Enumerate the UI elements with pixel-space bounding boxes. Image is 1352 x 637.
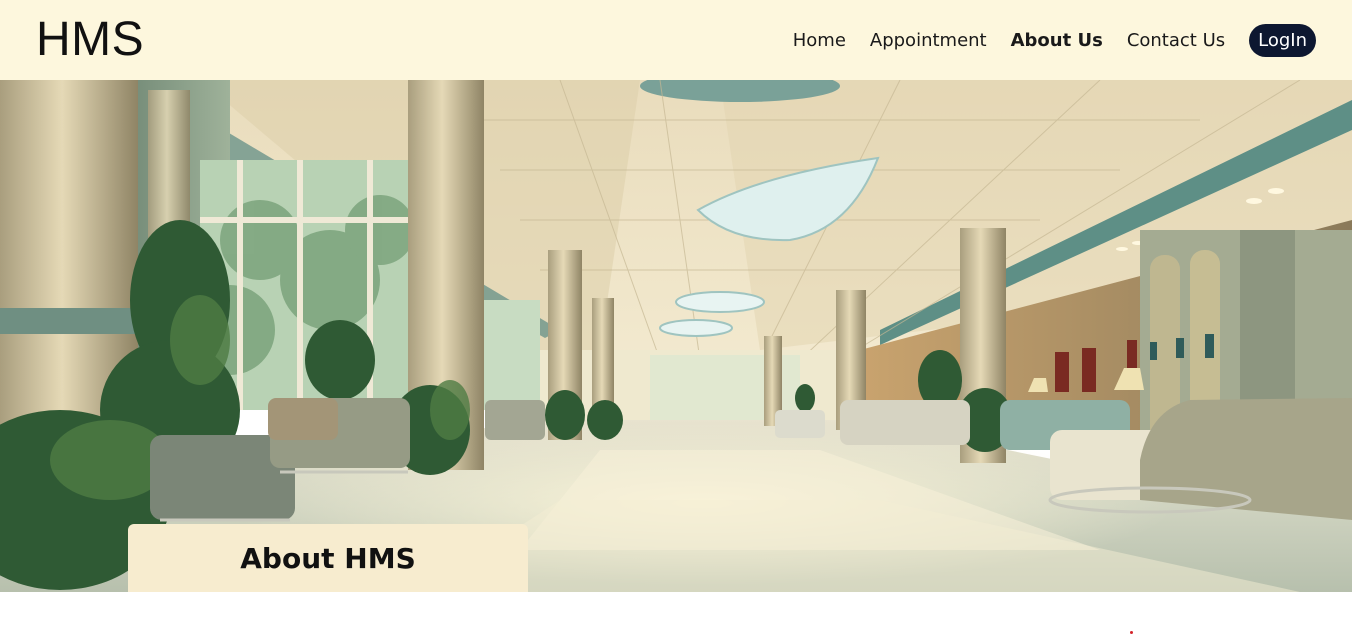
nav-contact-link[interactable]: Contact Us bbox=[1127, 30, 1225, 51]
nav-appointment-link[interactable]: Appointment bbox=[870, 30, 987, 51]
hospital-lobby-image bbox=[0, 80, 1352, 592]
navbar: HMS Home Appointment About Us Contact Us… bbox=[0, 0, 1352, 80]
nav-about-link[interactable]: About Us bbox=[1011, 30, 1103, 51]
nav-menu: Home Appointment About Us Contact Us Log… bbox=[793, 23, 1316, 57]
hero-banner: About HMS bbox=[0, 80, 1352, 592]
about-heading-card: About HMS bbox=[128, 524, 528, 592]
login-button[interactable]: LogIn bbox=[1249, 23, 1316, 57]
brand-logo[interactable]: HMS bbox=[36, 16, 144, 64]
about-heading: About HMS bbox=[240, 541, 416, 575]
decorative-dot bbox=[1130, 631, 1133, 634]
nav-home-link[interactable]: Home bbox=[793, 30, 846, 51]
